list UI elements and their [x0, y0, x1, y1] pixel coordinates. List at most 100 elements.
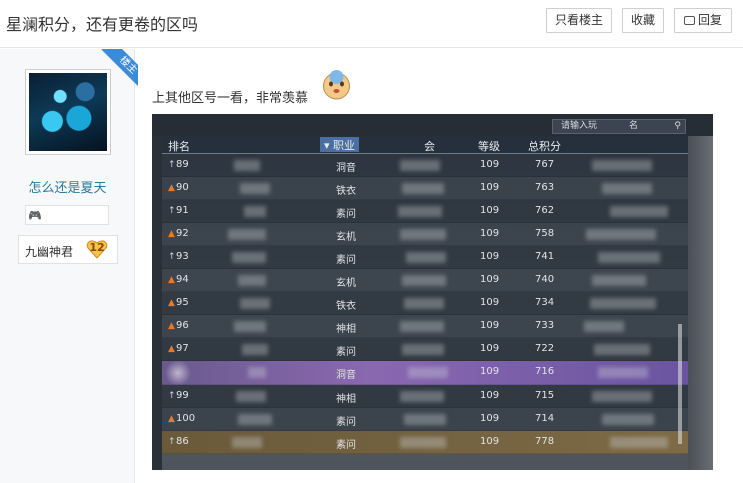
level-cell: 109 [480, 251, 500, 262]
redacted-text [236, 391, 266, 402]
rank-number: 93 [176, 251, 189, 262]
game-screenshot[interactable]: 请输入玩名 ⚲ 排名 ▾ 职业 会 等级 总积分 ↑89 洞音 109 767 ▲90 铁… [152, 114, 713, 470]
search-icon: ⚲ [674, 121, 681, 131]
redacted-text [406, 252, 446, 263]
job-cell: 素问 [336, 417, 356, 428]
redacted-text [240, 183, 270, 194]
user-title-box: 九幽神君 12 [18, 235, 118, 264]
ranking-row: ↑93 素问 109 741 [162, 246, 688, 269]
level-cell: 109 [480, 343, 500, 354]
col-rank: 排名 [168, 140, 190, 153]
redacted-text [400, 160, 440, 171]
level-cell: 109 [480, 159, 500, 170]
redacted-text [592, 275, 646, 286]
game-badge[interactable]: 🎮 [25, 205, 109, 225]
job-cell: 神相 [336, 394, 356, 405]
thread-title: 星澜积分，还有更卷的区吗 [6, 15, 199, 34]
ranking-scrollbar [678, 324, 682, 444]
score-cell: 778 [535, 436, 555, 447]
avatar-image [29, 73, 107, 151]
flame-icon: ▲ [168, 229, 175, 239]
redacted-text [598, 252, 660, 263]
rank-cell: ▲92 [168, 228, 189, 239]
job-cell: 神相 [336, 324, 356, 335]
redacted-text [592, 160, 652, 171]
redacted-text [400, 437, 446, 448]
level-cell: 109 [480, 320, 500, 331]
player-search-input: 请输入玩 名 ⚲ [552, 119, 686, 134]
favorite-button[interactable]: 收藏 [622, 8, 664, 33]
rank-number: 90 [176, 182, 189, 193]
redacted-text [238, 275, 266, 286]
redacted-text [602, 414, 654, 425]
rank-number: 92 [176, 228, 189, 239]
redacted-text [232, 437, 262, 448]
rank-number: 91 [176, 205, 189, 216]
trend-up-icon: ↑ [168, 160, 176, 170]
trend-up-icon: ↑ [168, 437, 176, 447]
avatar[interactable] [25, 69, 111, 155]
trend-up-icon: ↑ [168, 391, 176, 401]
author-name[interactable]: 怎么还是夏天 [0, 177, 135, 196]
ranking-row: ↑89 洞音 109 767 [162, 154, 688, 177]
rank-cell: ▲94 [168, 274, 189, 285]
level-cell: 109 [480, 297, 500, 308]
job-cell: 玄机 [336, 278, 356, 289]
trend-up-icon: ↑ [168, 206, 176, 216]
flame-icon: ▲ [168, 344, 175, 354]
score-cell: 763 [535, 182, 555, 193]
ranking-row: 洞音 109 716 [162, 361, 688, 385]
score-cell: 762 [535, 205, 555, 216]
ranking-row: ↑91 素问 109 762 [162, 200, 688, 223]
job-cell: 玄机 [336, 232, 356, 243]
redacted-text [592, 391, 652, 402]
rank-cell: ↑89 [168, 159, 189, 170]
rank-number: 94 [176, 274, 189, 285]
score-cell: 716 [535, 366, 555, 377]
col-guild: 会 [424, 140, 435, 153]
screenshot-edge-right [688, 114, 713, 470]
ranking-row: ▲94 玄机 109 740 [162, 269, 688, 292]
reply-label: 回复 [697, 13, 722, 27]
score-cell: 740 [535, 274, 555, 285]
score-cell: 715 [535, 390, 555, 401]
ranking-row: ▲96 神相 109 733 [162, 315, 688, 338]
reply-button[interactable]: 回复 [674, 8, 732, 33]
rank-cell: ▲100 [168, 413, 195, 424]
reply-icon [683, 16, 695, 25]
flame-icon: ▲ [168, 298, 175, 308]
redacted-text [400, 229, 446, 240]
redacted-text [232, 252, 266, 263]
score-cell: 734 [535, 297, 555, 308]
ranking-row: ↑99 神相 109 715 [162, 385, 688, 408]
flame-icon: ▲ [168, 183, 175, 193]
level-cell: 109 [480, 436, 500, 447]
trend-up-icon: ↑ [168, 252, 176, 262]
rank-number: 96 [176, 320, 189, 331]
redacted-text [244, 206, 266, 217]
redacted-text [408, 367, 448, 378]
job-cell: 铁衣 [336, 301, 356, 312]
rank-number: 89 [176, 159, 189, 170]
redacted-text [402, 275, 446, 286]
redacted-text [398, 206, 442, 217]
ranking-rows: ↑89 洞音 109 767 ▲90 铁衣 109 763 ↑91 素问 109 762 ▲92 玄机 10… [162, 154, 688, 454]
only-op-button[interactable]: 只看楼主 [546, 8, 612, 33]
score-cell: 722 [535, 343, 555, 354]
flame-icon: ▲ [168, 321, 175, 331]
ranking-row: ▲90 铁衣 109 763 [162, 177, 688, 200]
job-cell: 素问 [336, 347, 356, 358]
rank-cell: ↑93 [168, 251, 189, 262]
redacted-text [228, 229, 266, 240]
post-text: 上其他区号一看，非常羡慕 [152, 91, 309, 106]
flame-icon: ▲ [168, 275, 175, 285]
col-job: ▾ 职业 [320, 137, 360, 152]
job-cell: 洞音 [336, 370, 356, 381]
redacted-text [242, 344, 268, 355]
rank-number: 100 [176, 413, 196, 424]
highlight-sparkle [164, 361, 192, 385]
col-job-label: 职业 [333, 139, 356, 152]
redacted-text [404, 298, 444, 309]
thread-header: 星澜积分，还有更卷的区吗 只看楼主 收藏 回复 [0, 0, 743, 48]
redacted-text [404, 414, 446, 425]
